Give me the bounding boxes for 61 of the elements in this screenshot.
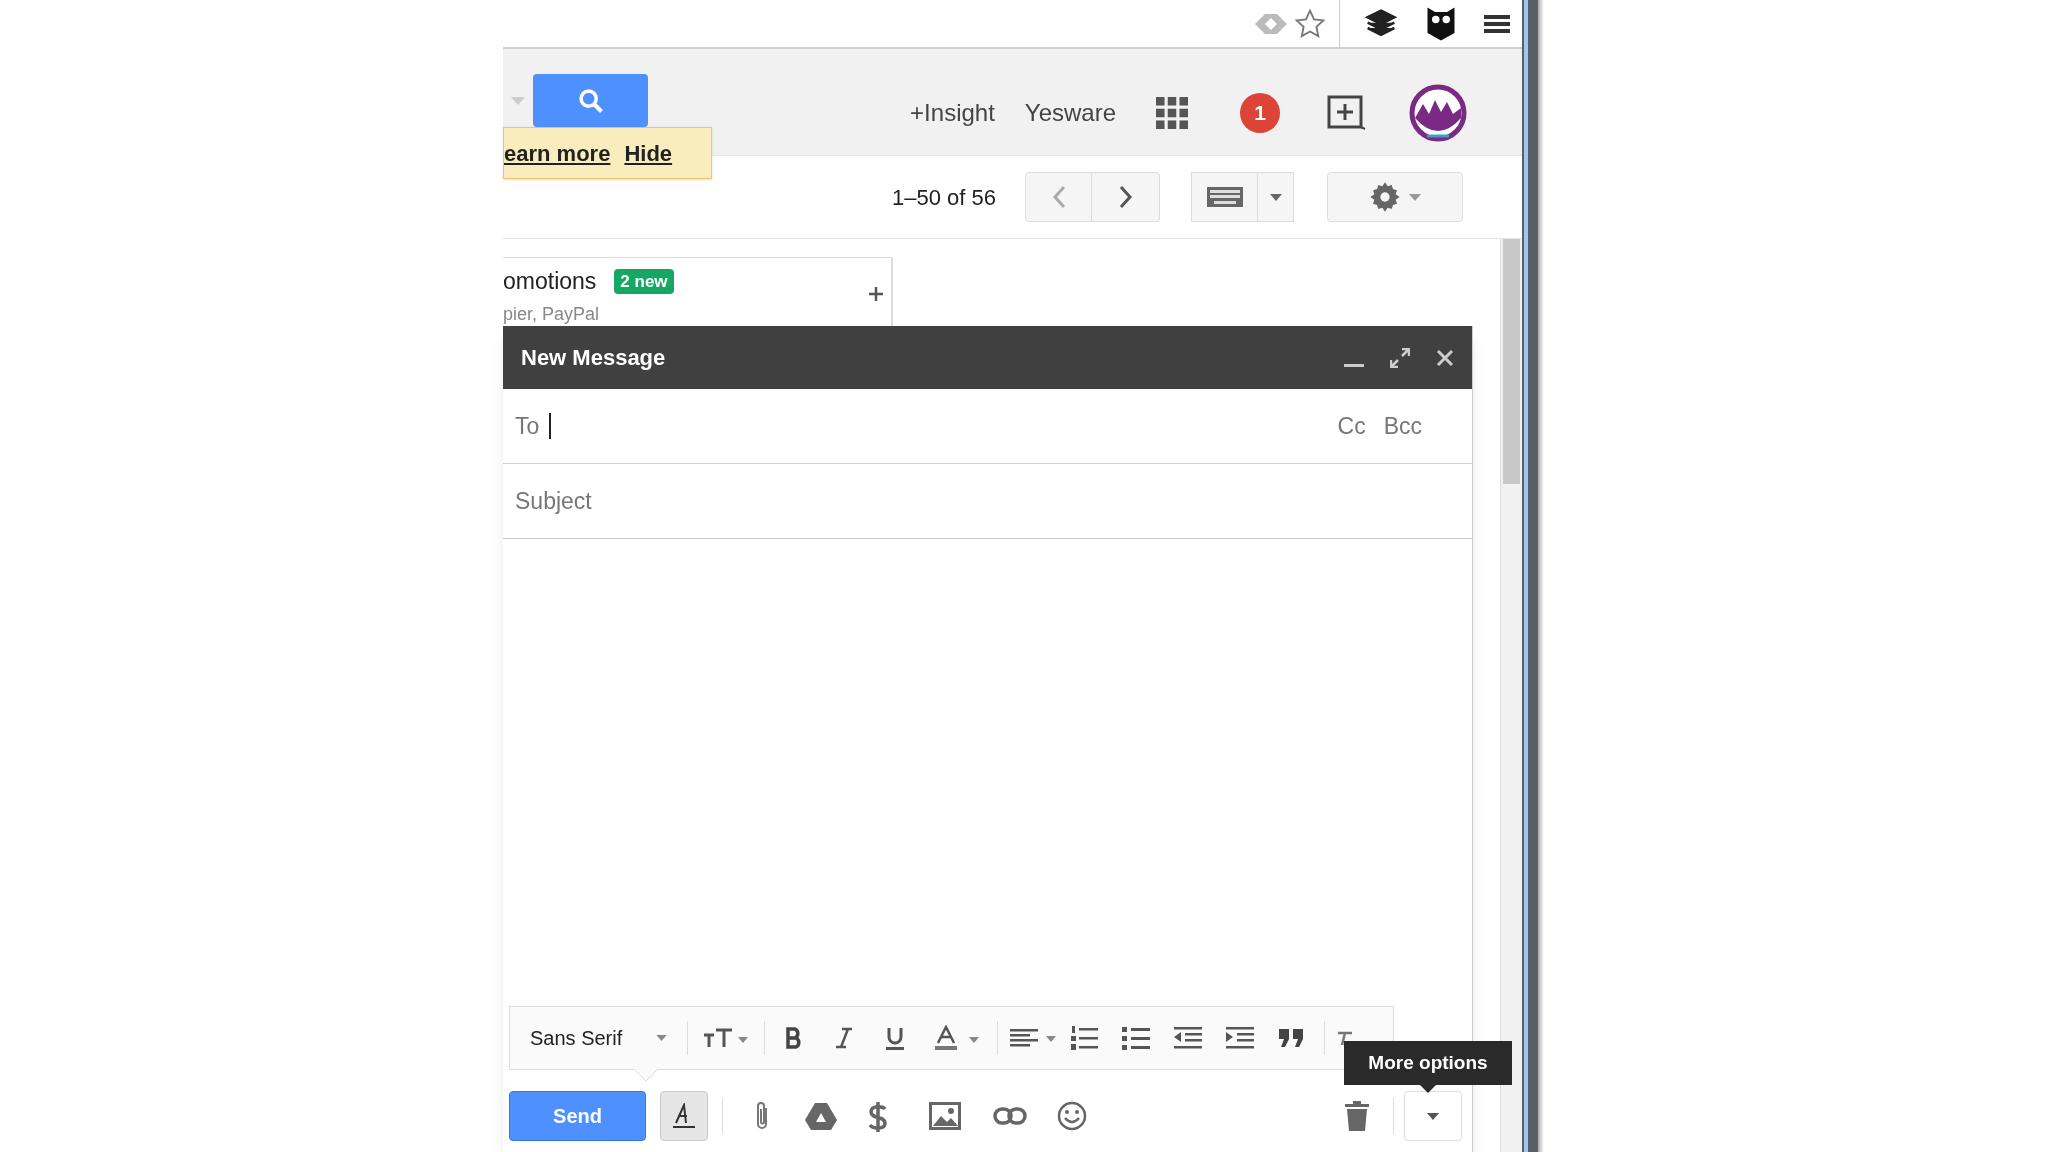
new-count-badge: 2 new [614, 268, 674, 294]
image-icon[interactable] [929, 1102, 961, 1130]
caret-icon [1427, 1112, 1439, 1120]
indent-less-icon[interactable] [1174, 1027, 1202, 1049]
quote-icon[interactable] [1278, 1028, 1304, 1048]
input-tools-dropdown[interactable] [1258, 172, 1294, 222]
cc-link[interactable]: Cc [1337, 408, 1366, 444]
pagination-text: 1–50 of 56 [892, 183, 997, 212]
tooltip-pointer [1420, 1085, 1436, 1093]
italic-icon[interactable] [835, 1027, 853, 1049]
drive-icon[interactable] [805, 1102, 837, 1130]
trash-icon[interactable] [1345, 1101, 1369, 1131]
scrollbar[interactable] [1500, 239, 1522, 1152]
notification-badge[interactable]: 1 [1240, 93, 1280, 133]
bulleted-list-icon[interactable] [1122, 1026, 1150, 1050]
underline-icon[interactable] [885, 1026, 905, 1050]
formatting-icon [673, 1103, 695, 1129]
learn-more-link[interactable]: earn more [504, 136, 611, 170]
caret-icon[interactable] [656, 1035, 667, 1041]
indent-more-icon[interactable] [1226, 1027, 1254, 1049]
bcc-link[interactable]: Bcc [1383, 408, 1422, 444]
next-page-button[interactable] [1092, 172, 1160, 222]
yesware-link[interactable]: Yesware [1024, 95, 1116, 131]
search-icon [576, 86, 605, 115]
avatar-icon[interactable] [1409, 84, 1467, 142]
tab-snippet: pier, PayPal [503, 302, 601, 326]
caret-icon [1409, 193, 1421, 201]
insight-link[interactable]: +Insight [910, 95, 995, 131]
chevron-left-icon [1051, 185, 1066, 209]
font-dropdown[interactable]: Sans Serif [530, 1023, 656, 1053]
tab-label: omotions [503, 267, 597, 296]
caret-icon [1269, 193, 1282, 201]
numbered-list-icon[interactable] [1070, 1025, 1098, 1051]
text-size-icon[interactable] [702, 1027, 748, 1049]
expand-icon[interactable] [1390, 347, 1410, 368]
apps-grid-icon[interactable] [1156, 97, 1188, 129]
formatting-options-button[interactable] [660, 1091, 708, 1141]
owl-icon[interactable] [1426, 5, 1456, 42]
more-options-tooltip: More options [1344, 1041, 1512, 1085]
align-icon[interactable] [1010, 1027, 1058, 1049]
star-icon[interactable] [1293, 7, 1327, 40]
settings-button[interactable] [1327, 172, 1463, 222]
hide-link[interactable]: Hide [624, 136, 673, 170]
keyboard-button[interactable] [1191, 172, 1258, 222]
keyboard-icon [1206, 187, 1243, 207]
compose-title: New Message [521, 344, 667, 372]
clear-formatting-icon[interactable] [1337, 1031, 1353, 1045]
dollar-icon[interactable] [867, 1101, 889, 1133]
category-tab[interactable]: omotions 2 new pier, PayPal [503, 257, 893, 327]
add-box-icon[interactable] [1327, 95, 1367, 131]
chevron-right-icon [1118, 185, 1133, 209]
settings-icon [1369, 181, 1401, 213]
text-color-icon[interactable] [935, 1025, 981, 1051]
bold-icon[interactable] [785, 1027, 803, 1049]
to-field[interactable]: To [515, 406, 1338, 446]
close-icon[interactable] [1436, 348, 1454, 367]
add-tab-icon[interactable] [869, 287, 883, 301]
emoji-icon[interactable] [1057, 1101, 1087, 1131]
search-button[interactable] [533, 74, 648, 127]
subject-field[interactable]: Subject [503, 476, 1472, 526]
link-icon[interactable] [993, 1107, 1027, 1125]
